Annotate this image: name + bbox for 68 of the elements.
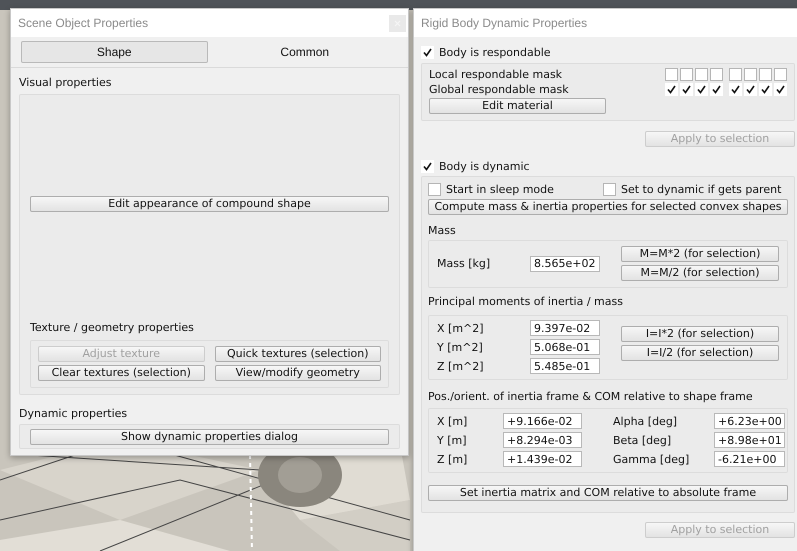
angle-field[interactable]: -6.21e+00 [714,451,785,467]
checkbox[interactable] [729,83,742,96]
texture-button[interactable]: Clear textures (selection) [38,365,204,381]
field-label: X [m] [437,414,468,428]
mask-label: Global respondable mask [429,83,569,96]
field-label: Y [m] [437,434,468,446]
field-label: Gamma [deg] [613,452,690,466]
mask-label: Local respondable mask [429,68,562,81]
checkbox[interactable] [710,83,723,96]
inertia-field[interactable]: 5.485e-01 [530,358,600,374]
checkbox[interactable] [603,183,616,196]
inertia-field[interactable]: 9.397e-02 [530,320,600,336]
field-label: Mass [kg] [437,257,492,270]
mass-button[interactable]: M=M*2 (for selection) [621,246,779,262]
position-field[interactable]: +8.294e-03 [503,432,582,448]
mass-button[interactable]: M=M/2 (for selection) [621,265,779,281]
angle-field[interactable]: +6.23e+00 [714,413,785,429]
field-label: Alpha [deg] [613,414,678,428]
checkbox[interactable] [774,68,787,81]
angle-field[interactable]: +8.98e+01 [714,432,785,448]
group-label: Visual properties [19,76,112,90]
edit-material-button[interactable]: Edit material [429,98,606,114]
tab[interactable]: Common [212,41,398,63]
checkbox[interactable] [665,83,678,96]
checkbox[interactable] [710,68,723,81]
window-title: Scene Object Properties [18,16,148,30]
checkbox[interactable] [759,83,772,96]
mass-field[interactable]: 8.565e+02 [530,256,600,272]
window-title: Rigid Body Dynamic Properties [421,16,588,30]
inertia-button[interactable]: I=I*2 (for selection) [621,326,779,342]
checkbox-label: Body is dynamic [439,160,530,173]
checkbox[interactable] [744,68,757,81]
inertia-button[interactable]: I=I/2 (for selection) [621,345,779,361]
checkbox[interactable] [665,68,678,81]
checkbox[interactable] [680,68,693,81]
texture-button[interactable]: Quick textures (selection) [214,346,381,362]
field-label: Z [m^2] [437,360,485,372]
group-label: Principal moments of inertia / mass [428,295,624,309]
group-label: Dynamic properties [19,407,128,421]
field-label: Y [m^2] [437,340,484,354]
checkbox[interactable] [428,183,441,196]
position-field[interactable]: +9.166e-02 [503,413,582,429]
group-label: Pos./orient. of inertia frame & COM relative to shape frame [428,390,754,404]
edit-appearance-button[interactable]: Edit appearance of compound shape [30,196,389,212]
checkbox[interactable] [774,83,787,96]
checkbox-label: Set to dynamic if gets parent [621,183,782,196]
set-inertia-button[interactable]: Set inertia matrix and COM relative to absolute frame [428,485,788,501]
checkbox[interactable] [759,68,772,81]
checkbox[interactable] [695,83,708,96]
field-label: Z [m] [437,452,468,466]
inertia-field[interactable]: 5.068e-01 [530,339,600,355]
group-label: Texture / geometry properties [30,321,195,335]
checkbox[interactable] [680,83,693,96]
checkbox-label: Body is respondable [439,46,551,59]
checkbox[interactable] [421,160,434,173]
position-field[interactable]: +1.439e-02 [503,451,582,467]
checkbox[interactable] [729,68,742,81]
texture-button[interactable]: View/modify geometry [214,365,381,381]
group-label: Mass [428,224,457,238]
checkbox-label: Start in sleep mode [446,183,554,196]
field-label: X [m^2] [437,322,485,334]
compute-button[interactable]: Compute mass & inertia properties for selected convex shapes [428,199,788,215]
tab[interactable]: Shape [21,41,208,63]
show-dialog-button[interactable]: Show dynamic properties dialog [30,429,389,445]
checkbox[interactable] [421,46,434,59]
field-label: Beta [deg] [613,434,672,446]
checkbox[interactable] [744,83,757,96]
checkbox[interactable] [695,68,708,81]
